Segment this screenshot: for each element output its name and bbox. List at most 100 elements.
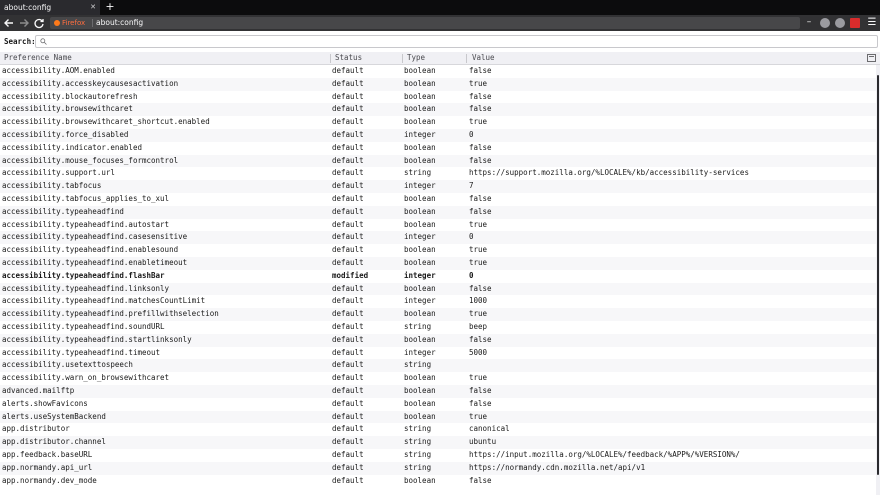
pref-status: default bbox=[332, 193, 364, 203]
table-row[interactable]: accessibility.support.url default string ht… bbox=[0, 167, 876, 180]
table-row[interactable]: accessibility.accesskeycausesactivation d… bbox=[0, 77, 876, 91]
pref-name: app.distributor.channel bbox=[2, 437, 106, 447]
column-picker-icon[interactable] bbox=[867, 54, 876, 62]
pref-type: boolean bbox=[404, 142, 436, 152]
pref-name: accessibility.typeaheadfind.enabletimeou… bbox=[2, 257, 188, 267]
pref-status: default bbox=[332, 449, 364, 459]
table-row[interactable]: accessibility.typeaheadfind.autostart def… bbox=[0, 219, 876, 232]
table-row[interactable]: accessibility.typeaheadfind default boolea… bbox=[0, 205, 876, 219]
pref-status: default bbox=[332, 104, 364, 114]
pref-name: accessibility.mouse_focuses_formcontrol bbox=[2, 155, 179, 165]
table-row[interactable]: accessibility.typeaheadfind.timeout defau… bbox=[0, 347, 876, 360]
table-row[interactable]: accessibility.typeaheadfind.soundURL defa… bbox=[0, 321, 876, 334]
reload-icon[interactable] bbox=[32, 16, 46, 30]
table-row[interactable]: app.normandy.api_url default string https:/… bbox=[0, 461, 876, 475]
column-header-value[interactable]: Value bbox=[468, 52, 495, 64]
table-row[interactable]: accessibility.AOM.enabled default boolean f… bbox=[0, 65, 876, 78]
table-row[interactable]: accessibility.typeaheadfind.linksonly def… bbox=[0, 282, 876, 296]
table-row[interactable]: advanced.mailftp default boolean false bbox=[0, 384, 876, 398]
new-tab-button[interactable]: + bbox=[104, 0, 116, 15]
search-input[interactable] bbox=[35, 35, 878, 48]
pref-value: https://support.mozilla.org/%LOCALE%/kb/… bbox=[469, 168, 749, 178]
column-divider[interactable] bbox=[466, 54, 467, 63]
pref-value: true bbox=[469, 373, 488, 383]
vertical-scrollbar[interactable] bbox=[876, 65, 880, 495]
table-row[interactable]: accessibility.warn_on_browsewithcaret def… bbox=[0, 372, 876, 385]
pref-type: string bbox=[404, 360, 432, 370]
pref-status: default bbox=[332, 232, 364, 242]
table-row[interactable]: app.normandy.dev_mode default boolean false bbox=[0, 475, 876, 488]
pref-value: true bbox=[469, 257, 488, 267]
scrollbar-thumb[interactable] bbox=[877, 75, 879, 475]
extension-icon[interactable] bbox=[820, 18, 830, 28]
pref-name: accessibility.browsewithcaret_shortcut.e… bbox=[2, 117, 210, 127]
table-row[interactable]: accessibility.typeaheadfind.casesensitiv… bbox=[0, 231, 876, 245]
pref-status: default bbox=[332, 424, 364, 434]
pref-type: boolean bbox=[404, 411, 436, 421]
pref-value: https://normandy.cdn.mozilla.net/api/v1 bbox=[469, 462, 646, 472]
pref-value: ubuntu bbox=[469, 437, 497, 447]
pref-name: advanced.mailftp bbox=[2, 385, 75, 395]
column-header-status[interactable]: Status bbox=[331, 52, 362, 64]
pref-status: default bbox=[332, 66, 364, 75]
pref-name: accessibility.accesskeycausesactivation bbox=[2, 78, 179, 88]
pref-name: accessibility.typeaheadfind.startlinkson… bbox=[2, 334, 192, 344]
tab-close-icon[interactable]: ✕ bbox=[90, 0, 96, 15]
tab-strip: about:config ✕ + bbox=[0, 0, 880, 15]
table-row[interactable]: app.distributor.channel default string ubun… bbox=[0, 436, 876, 449]
table-row[interactable]: alerts.showFavicons default boolean false bbox=[0, 398, 876, 411]
pref-type: boolean bbox=[404, 309, 436, 319]
table-row[interactable]: app.distributor default string canonical bbox=[0, 423, 876, 436]
hamburger-menu-icon[interactable]: ☰ bbox=[866, 16, 878, 30]
pref-name: app.normandy.dev_mode bbox=[2, 475, 97, 485]
table-row[interactable]: accessibility.typeaheadfind.startlinkson… bbox=[0, 333, 876, 347]
table-row[interactable]: accessibility.indicator.enabled default bo… bbox=[0, 142, 876, 155]
table-row[interactable]: accessibility.typeaheadfind.prefillwiths… bbox=[0, 308, 876, 321]
pref-type: boolean bbox=[404, 155, 436, 165]
pref-value: false bbox=[469, 283, 492, 293]
table-row[interactable]: alerts.useSystemBackend default boolean tru… bbox=[0, 410, 876, 424]
table-row[interactable]: accessibility.typeaheadfind.enabletimeou… bbox=[0, 256, 876, 270]
table-row[interactable]: accessibility.typeaheadfind.matchesCount… bbox=[0, 295, 876, 308]
pref-status: default bbox=[332, 385, 364, 395]
identity-box[interactable]: Firefox bbox=[54, 17, 85, 29]
pref-status: default bbox=[332, 321, 364, 331]
table-row[interactable]: accessibility.force_disabled default integ… bbox=[0, 128, 876, 142]
table-row[interactable]: accessibility.tabfocus default integer 7 bbox=[0, 180, 876, 193]
table-row[interactable]: accessibility.typeaheadfind.flashBar modi… bbox=[0, 270, 876, 283]
pref-status: default bbox=[332, 245, 364, 255]
forward-arrow-icon[interactable] bbox=[17, 16, 31, 30]
pref-name: accessibility.tabfocus_applies_to_xul bbox=[2, 193, 170, 203]
pref-name: app.distributor bbox=[2, 424, 70, 434]
table-row[interactable]: accessibility.browsewithcaret default bool… bbox=[0, 103, 876, 117]
pref-type: boolean bbox=[404, 206, 436, 216]
back-arrow-icon[interactable] bbox=[2, 16, 16, 30]
account-icon[interactable] bbox=[835, 18, 845, 28]
table-row[interactable]: accessibility.blockautorefresh default boo… bbox=[0, 91, 876, 104]
pref-type: string bbox=[404, 321, 432, 331]
minimize-icon[interactable]: – bbox=[804, 18, 814, 28]
table-row[interactable]: accessibility.browsewithcaret_shortcut.e… bbox=[0, 116, 876, 129]
table-row[interactable]: accessibility.mouse_focuses_formcontrol d… bbox=[0, 154, 876, 168]
pref-value: true bbox=[469, 219, 488, 229]
pref-status: default bbox=[332, 373, 364, 383]
pref-value: false bbox=[469, 385, 492, 395]
pref-status: default bbox=[332, 78, 364, 88]
table-row[interactable]: accessibility.usetexttospeech default stri… bbox=[0, 359, 876, 373]
tab-about-config[interactable]: about:config ✕ bbox=[0, 0, 100, 15]
table-row[interactable]: app.feedback.baseURL default string https:/… bbox=[0, 449, 876, 462]
pref-name: accessibility.typeaheadfind.matchesCount… bbox=[2, 296, 206, 306]
pref-type: boolean bbox=[404, 385, 436, 395]
pref-name: accessibility.force_disabled bbox=[2, 129, 129, 139]
column-header-name[interactable]: Preference Name bbox=[0, 52, 72, 64]
table-row[interactable]: accessibility.typeaheadfind.enablesound d… bbox=[0, 244, 876, 257]
close-window-icon[interactable] bbox=[850, 18, 860, 28]
column-header-type[interactable]: Type bbox=[403, 52, 425, 64]
url-bar[interactable]: Firefox about:config bbox=[50, 17, 800, 29]
pref-value: false bbox=[469, 206, 492, 216]
table-row[interactable]: accessibility.tabfocus_applies_to_xul def… bbox=[0, 193, 876, 206]
pref-name: accessibility.typeaheadfind.prefillwiths… bbox=[2, 309, 219, 319]
pref-type: string bbox=[404, 168, 432, 178]
url-text: about:config bbox=[96, 18, 144, 27]
pref-type: integer bbox=[404, 270, 436, 280]
